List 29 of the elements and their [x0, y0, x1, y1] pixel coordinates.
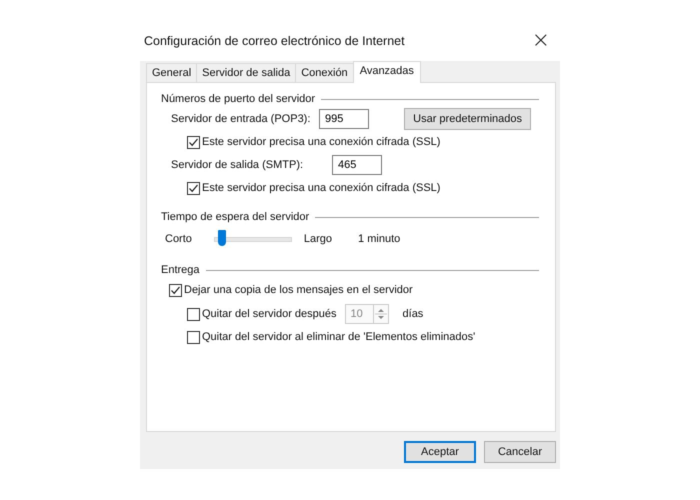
- dialog-button[interactable]: Aceptar: [404, 441, 476, 463]
- slider-min-label: Corto: [165, 233, 192, 245]
- remove-after-checkbox[interactable]: Quitar del servidor después: [187, 308, 337, 320]
- group-heading: Entrega: [161, 264, 200, 276]
- field-label: Servidor de salida (SMTP):: [171, 159, 304, 171]
- slider-thumb[interactable]: [218, 230, 226, 246]
- field-label: Servidor de entrada (POP3):: [171, 113, 312, 125]
- tab[interactable]: Avanzadas: [352, 61, 421, 83]
- slider-reading: 1 minuto: [358, 233, 400, 245]
- dialog-button[interactable]: Cancelar: [484, 441, 556, 463]
- group-heading: Números de puerto del servidor: [161, 93, 316, 105]
- slider-max-label: Largo: [304, 233, 332, 245]
- checkmark-icon: [170, 284, 181, 296]
- checkbox-label: Quitar del servidor después: [202, 308, 337, 320]
- days-unit-label: días: [402, 308, 424, 320]
- input-field[interactable]: 995: [319, 109, 369, 129]
- checkbox[interactable]: [187, 330, 200, 344]
- checkbox[interactable]: [169, 284, 182, 296]
- checkbox[interactable]: [187, 308, 200, 320]
- checkmark-icon: [188, 182, 199, 194]
- tab[interactable]: General: [146, 63, 198, 82]
- window-title: Configuración de correo electrónico de Internet: [144, 34, 405, 48]
- checkbox[interactable]: [187, 136, 200, 148]
- close-button[interactable]: ×: [528, 28, 554, 53]
- input-field[interactable]: 465: [332, 155, 382, 175]
- group-heading: Tiempo de espera del servidor: [161, 211, 310, 223]
- checkmark-icon: [188, 136, 199, 148]
- checkbox[interactable]: [187, 182, 200, 194]
- defaults-button[interactable]: Usar predeterminados: [404, 108, 531, 130]
